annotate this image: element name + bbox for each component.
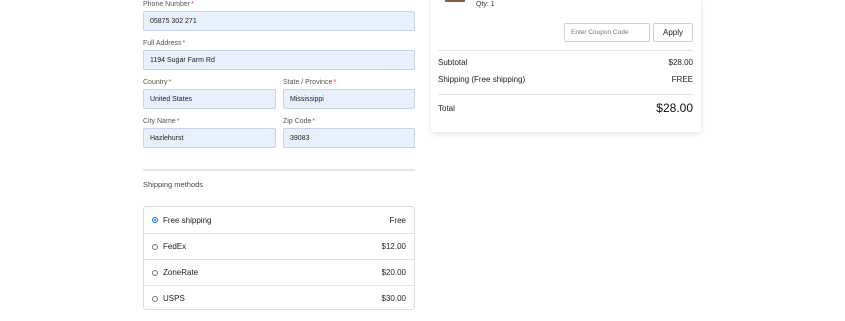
shipping-option-usps[interactable]: USPS $30.00: [144, 285, 414, 311]
required-marker: *: [333, 79, 337, 86]
shipping-option-free[interactable]: Free shipping Free: [144, 207, 414, 233]
zip-label: Zip Code*: [283, 118, 315, 125]
city-value: Hazlehurst: [150, 134, 184, 142]
city-label-text: City Name: [143, 118, 176, 125]
state-label: State / Province*: [283, 79, 336, 86]
shipping-option-fedex[interactable]: FedEx $12.00: [144, 233, 414, 259]
checkout-page: Phone Number* 05875 302 271 Full Address…: [0, 0, 845, 321]
shipping-methods-list: Free shipping Free FedEx $12.00 ZoneRate…: [143, 206, 415, 310]
subtotal-value: $28.00: [668, 58, 693, 67]
radio-icon[interactable]: [152, 295, 158, 302]
shipping-option-zonerate[interactable]: ZoneRate $20.00: [144, 259, 414, 285]
shipping-row: Shipping (Free shipping) FREE: [438, 75, 693, 84]
zip-value: 39083: [290, 134, 310, 142]
section-divider: [143, 169, 415, 171]
radio-selected-icon[interactable]: [152, 217, 158, 223]
shipping-option-price: Free: [389, 215, 406, 225]
total-value: $28.00: [656, 101, 693, 115]
country-label: Country*: [143, 79, 171, 86]
summary-divider: [438, 50, 693, 51]
country-input[interactable]: United States: [143, 89, 276, 109]
shipping-option-name: Free shipping: [163, 215, 212, 225]
country-label-text: Country: [143, 79, 168, 86]
coupon-code-input[interactable]: [564, 23, 650, 42]
product-thumbnail: [445, 0, 465, 2]
order-summary: Qty: 1 Apply Subtotal $28.00 Shipping (F…: [431, 0, 701, 132]
required-marker: *: [182, 40, 186, 47]
summary-divider: [438, 94, 693, 95]
radio-icon[interactable]: [152, 269, 158, 276]
address-label: Full Address*: [143, 40, 185, 47]
shipping-option-name: FedEx: [163, 242, 187, 251]
state-input[interactable]: Mississippi: [283, 89, 415, 109]
phone-input[interactable]: 05875 302 271: [143, 11, 415, 31]
required-marker: *: [176, 118, 180, 125]
total-label: Total: [438, 103, 455, 113]
shipping-label: Shipping (Free shipping): [438, 75, 526, 84]
required-marker: *: [168, 79, 172, 86]
shipping-option-price: $20.00: [381, 268, 406, 277]
country-value: United States: [150, 95, 193, 103]
city-label: City Name*: [143, 118, 179, 125]
shipping-option-price: $12.00: [381, 242, 406, 251]
required-marker: *: [312, 118, 316, 125]
subtotal-label: Subtotal: [438, 58, 468, 67]
address-label-text: Full Address: [143, 40, 182, 47]
shipping-option-name: ZoneRate: [163, 268, 199, 277]
total-row: Total $28.00: [438, 101, 693, 115]
address-input[interactable]: 1194 Sugar Farm Rd: [143, 50, 415, 70]
shipping-option-name: USPS: [163, 294, 185, 303]
city-input[interactable]: Hazlehurst: [143, 128, 276, 148]
subtotal-row: Subtotal $28.00: [438, 58, 693, 67]
phone-value: 05875 302 271: [150, 17, 197, 25]
zip-input[interactable]: 39083: [283, 128, 415, 148]
product-quantity: Qty: 1: [476, 1, 495, 8]
shipping-methods-title: Shipping methods: [143, 180, 204, 189]
apply-coupon-button[interactable]: Apply: [653, 23, 693, 42]
shipping-value: FREE: [671, 75, 693, 84]
state-value: Mississippi: [290, 95, 324, 103]
required-marker: *: [191, 1, 194, 8]
zip-label-text: Zip Code: [283, 118, 312, 125]
radio-icon[interactable]: [152, 243, 158, 250]
shipping-option-price: $30.00: [381, 294, 406, 303]
state-label-text: State / Province: [283, 79, 333, 86]
address-value: 1194 Sugar Farm Rd: [150, 56, 215, 64]
phone-label: Phone Number*: [143, 1, 194, 8]
phone-label-text: Phone Number: [143, 1, 191, 8]
